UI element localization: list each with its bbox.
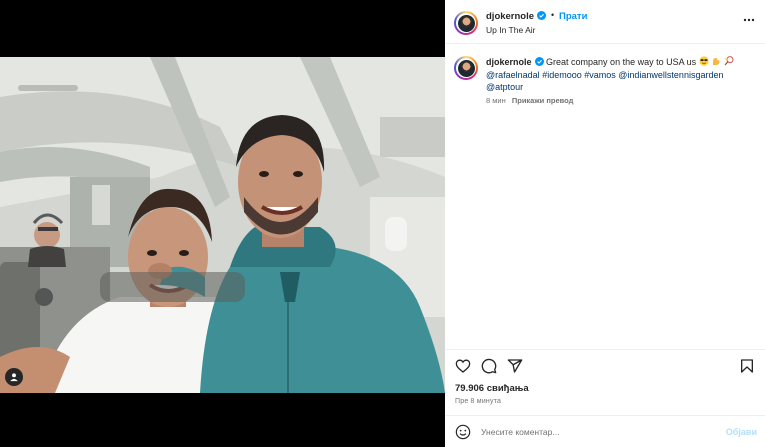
caption-username[interactable]: djokernole — [486, 57, 532, 67]
post-photo[interactable] — [0, 57, 445, 393]
separator-dot: • — [551, 10, 555, 20]
post-header: djokernole • Прати Up In The Air — [445, 0, 765, 44]
author-username[interactable]: djokernole — [486, 11, 547, 22]
post-timestamp: Пре 8 минута — [455, 398, 502, 405]
sunglasses-emoji-icon — [699, 56, 709, 66]
mention-indianwellstennisgarden[interactable]: @indianwellstennisgarden — [618, 70, 723, 80]
hashtag-idemooo[interactable]: #idemooo — [542, 70, 582, 80]
author-username-text[interactable]: djokernole — [486, 11, 534, 22]
verified-badge-icon — [537, 11, 547, 20]
comment-button[interactable] — [481, 358, 497, 374]
caption-age: 8 мин — [486, 96, 506, 105]
post-comment-button[interactable]: Објави — [726, 427, 757, 437]
tagged-users-button[interactable] — [5, 368, 23, 386]
caption-text: djokernole Great company on the way to U… — [486, 56, 756, 94]
heart-icon — [455, 359, 471, 373]
smiley-icon[interactable] — [455, 424, 471, 440]
follow-button[interactable]: Прати — [559, 11, 587, 22]
post-actions — [445, 349, 765, 381]
like-button[interactable] — [455, 358, 471, 374]
comment-input[interactable] — [481, 424, 711, 440]
more-options-icon[interactable] — [743, 14, 755, 26]
share-button[interactable] — [507, 358, 523, 374]
share-icon — [507, 359, 523, 373]
likes-count[interactable]: 79.906 свиђања — [455, 383, 529, 394]
caption-meta: 8 мин Прикажи превод — [486, 96, 573, 105]
selfie-image — [0, 57, 445, 393]
instagram-post-modal: djokernole • Прати Up In The Air djokern… — [0, 0, 765, 447]
flexed-biceps-emoji-icon — [713, 58, 720, 65]
mention-atptour[interactable]: @atptour — [486, 82, 523, 92]
caption-body: Great company on the way to USA us — [546, 57, 697, 67]
author-avatar[interactable] — [454, 11, 478, 35]
post-location[interactable]: Up In The Air — [486, 25, 535, 35]
hashtag-vamos[interactable]: #vamos — [584, 70, 616, 80]
comment-icon — [481, 358, 497, 374]
see-translation-link[interactable]: Прикажи превод — [512, 96, 574, 105]
caption-author-avatar[interactable] — [454, 56, 478, 80]
post-media — [0, 0, 445, 447]
tennis-emoji-icon — [724, 56, 734, 66]
mention-rafaelnadal[interactable]: @rafaelnadal — [486, 70, 540, 80]
comment-box: Објави — [445, 415, 765, 447]
verified-badge-icon — [534, 57, 544, 66]
save-button[interactable] — [739, 358, 755, 374]
post-side-panel: djokernole • Прати Up In The Air djokern… — [445, 0, 765, 447]
bookmark-icon — [741, 359, 753, 373]
user-tag-icon — [10, 373, 18, 382]
